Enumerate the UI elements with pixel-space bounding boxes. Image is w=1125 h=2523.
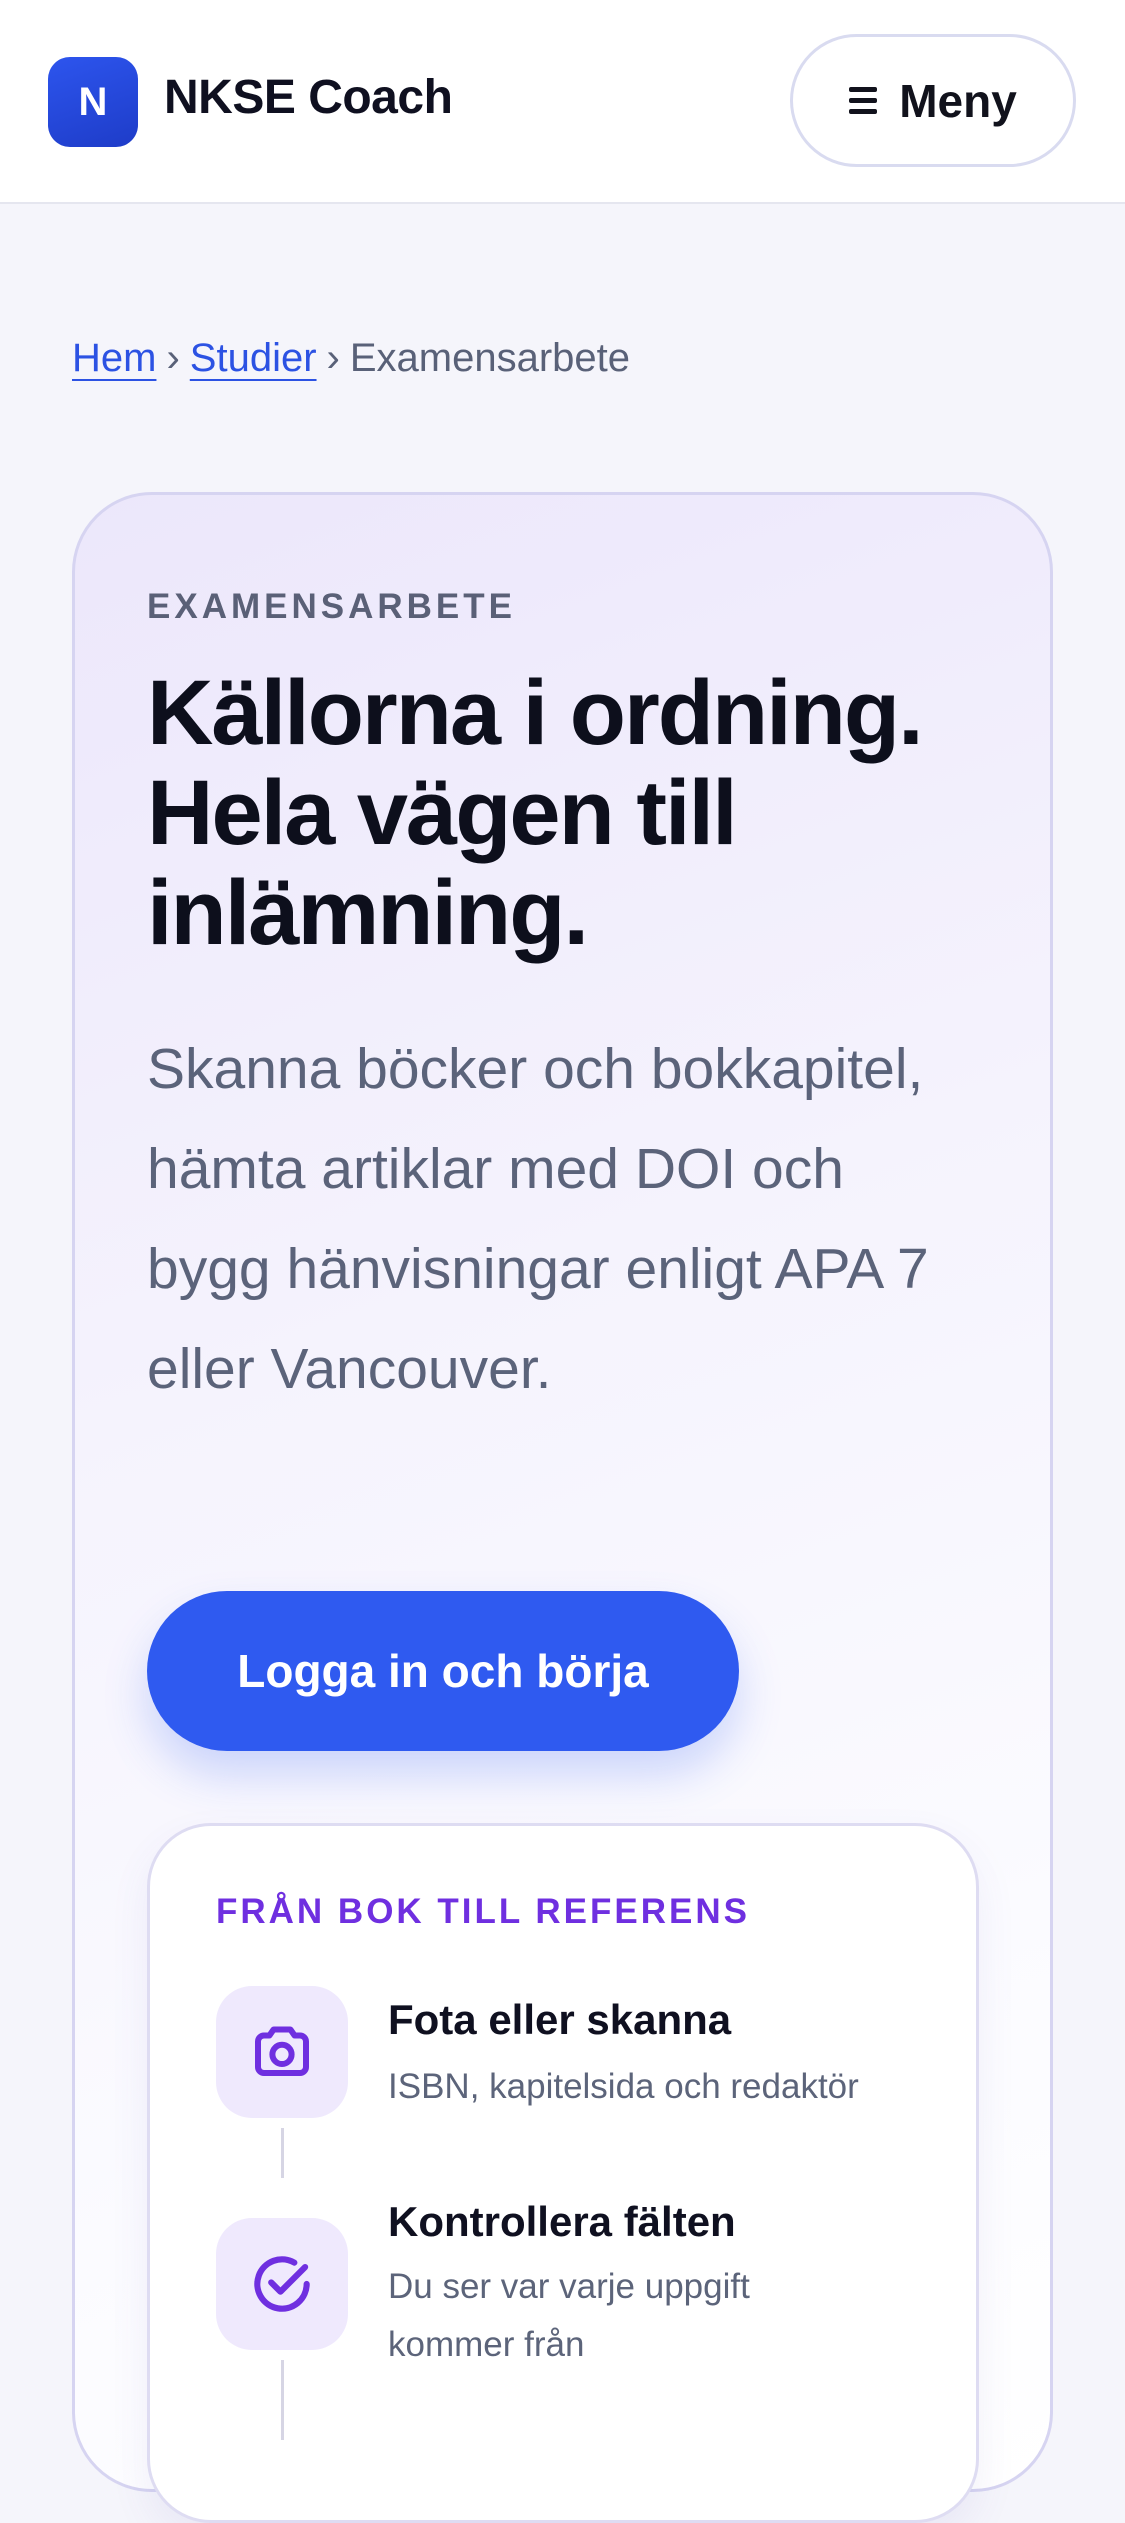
breadcrumb-link-studier[interactable]: Studier [190,336,317,380]
step-icon-box [216,1986,348,2118]
brand-name[interactable]: NKSE Coach [164,70,453,125]
hero-title: Källorna i ordning. Hela vägen till inlä… [147,663,1017,963]
step-connector [281,2128,284,2178]
step-description: ISBN, kapitelsida och redaktör [388,2067,859,2106]
logo-letter: N [78,79,108,124]
breadcrumb-separator: › [166,336,180,380]
hero-title-line: inlämning. [147,862,589,964]
menu-label: Meny [899,74,1017,127]
brand-logo[interactable]: N [48,57,138,147]
breadcrumb-current: Examensarbete [349,336,631,380]
step-icon-box [216,2218,348,2350]
hero-eyebrow: EXAMENSARBETE [147,587,516,626]
hamburger-icon [849,87,878,114]
steps-heading: FRÅN BOK TILL REFERENS [216,1892,750,1931]
breadcrumb: Hem › Studier › Examensarbete [72,336,630,381]
menu-button[interactable]: Meny [790,34,1076,167]
hero-lead: Skanna böcker och bokkapitel, hämta arti… [147,1037,929,1401]
site-header: N NKSE Coach Meny [0,0,1125,204]
hero-card: EXAMENSARBETE Källorna i ordning. Hela v… [72,492,1053,2523]
login-start-button[interactable]: Logga in och börja [147,1591,739,1751]
check-circle-icon [254,2256,310,2312]
hero-title-line: Hela vägen till [147,762,738,864]
camera-icon [255,2026,309,2076]
steps-panel: FRÅN BOK TILL REFERENS Fota eller skanna… [147,1823,979,2523]
breadcrumb-link-home[interactable]: Hem [72,336,156,380]
breadcrumb-separator: › [326,336,340,380]
step-description: Du ser var varje uppgift kommer från [388,2267,750,2364]
hero-title-line: Källorna i ordning. [147,662,924,764]
step-title: Kontrollera fälten [388,2198,736,2245]
step-title: Fota eller skanna [388,1996,732,2043]
step-connector [281,2360,284,2440]
